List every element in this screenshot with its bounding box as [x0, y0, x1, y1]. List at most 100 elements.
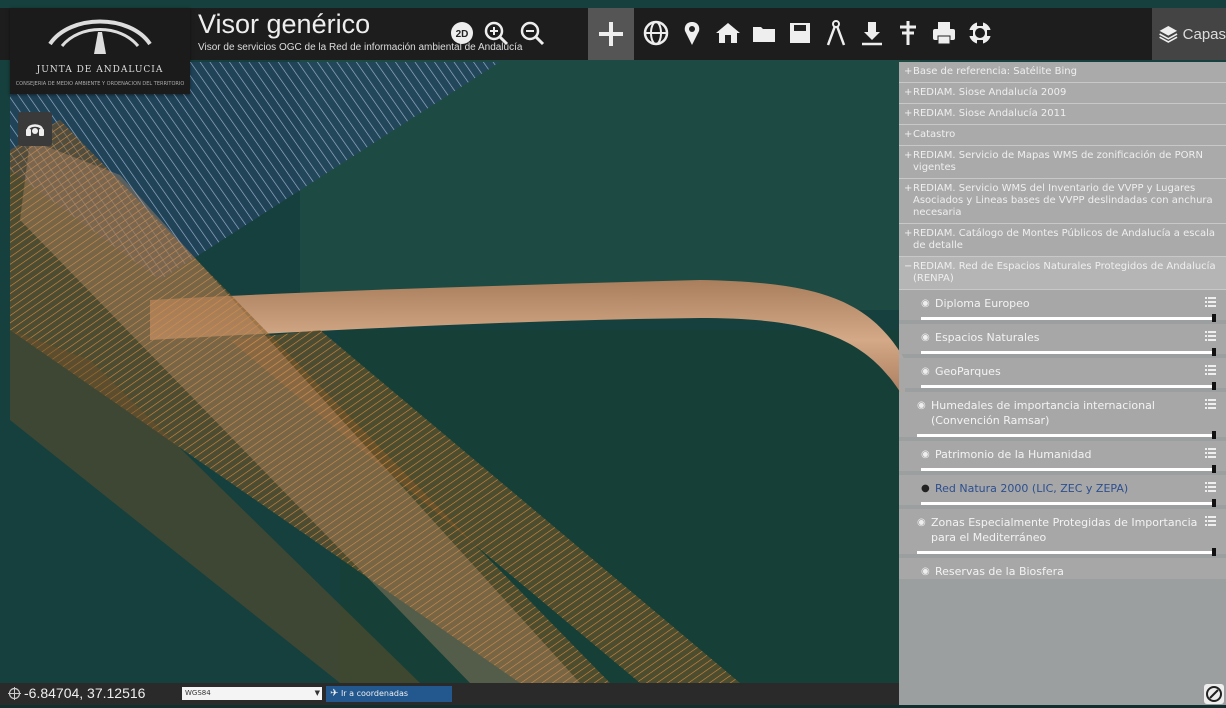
layer-item[interactable]: + Catastro: [899, 125, 1226, 146]
sublayer-label: Reservas de la Biosfera: [935, 565, 1064, 578]
legend-icon[interactable]: [1202, 515, 1216, 530]
opacity-slider[interactable]: [921, 499, 1216, 507]
legend-icon[interactable]: [1202, 296, 1216, 311]
layer-label: REDIAM. Siose Andalucía 2011: [913, 108, 1067, 119]
visibility-off-icon[interactable]: ◉: [921, 447, 935, 462]
layers-button[interactable]: Capas: [1152, 8, 1226, 60]
save-icon: [790, 23, 810, 43]
slider-handle[interactable]: [1212, 348, 1216, 356]
opacity-slider[interactable]: [921, 382, 1216, 390]
visibility-off-icon[interactable]: ◉: [921, 564, 935, 579]
pan-button[interactable]: [588, 8, 634, 60]
slider-handle[interactable]: [1212, 548, 1216, 556]
sublayer-item[interactable]: ◉ Zonas Especialmente Protegidas de Impor…: [899, 509, 1226, 556]
visibility-off-icon[interactable]: ◉: [921, 296, 935, 311]
visibility-off-icon[interactable]: ◉: [917, 515, 931, 530]
home-icon: [716, 23, 740, 43]
save-button[interactable]: [784, 12, 816, 54]
opacity-slider[interactable]: [921, 348, 1216, 356]
collapse-icon[interactable]: −: [904, 261, 912, 273]
pan-icon: [599, 22, 623, 46]
layer-item[interactable]: + REDIAM. Servicio WMS del Inventario de …: [899, 179, 1226, 224]
logo-subtitle: CONSEJERÍA DE MEDIO AMBIENTE Y ORDENACIÓ…: [15, 81, 185, 87]
expand-icon[interactable]: +: [904, 150, 912, 162]
download-icon: [862, 22, 882, 46]
layers-panel: + Base de referencia: Satélite Bing + REDI…: [899, 62, 1226, 705]
crs-select-value: WGS84: [185, 689, 211, 697]
visibility-on-icon[interactable]: ●: [921, 481, 935, 496]
slider-handle[interactable]: [1212, 499, 1216, 507]
sublayer-item[interactable]: ◉ Patrimonio de la Humanidad: [899, 441, 1226, 473]
coordinates-readout: -6.84704, 37.12516: [24, 685, 146, 701]
map-marker-button[interactable]: [676, 12, 708, 54]
slider-handle[interactable]: [1212, 465, 1216, 473]
sublayer-item[interactable]: ◉ Reservas de la Biosfera: [899, 558, 1226, 579]
opacity-slider[interactable]: [917, 548, 1216, 556]
layers-button-label: Capas: [1182, 25, 1226, 43]
layer-item[interactable]: + REDIAM. Catálogo de Montes Públicos de …: [899, 224, 1226, 257]
help-button[interactable]: [964, 12, 996, 54]
globe-button[interactable]: [640, 12, 672, 54]
visibility-off-icon[interactable]: ◉: [921, 330, 935, 345]
slider-handle[interactable]: [1212, 382, 1216, 390]
sublayer-item-selected[interactable]: ● Red Natura 2000 (LIC, ZEC y ZEPA): [899, 475, 1226, 507]
layer-label: REDIAM. Catálogo de Montes Públicos de A…: [913, 228, 1216, 251]
zoom-out-button[interactable]: [516, 12, 548, 54]
layer-item[interactable]: + REDIAM. Siose Andalucía 2009: [899, 83, 1226, 104]
crs-select[interactable]: WGS84 ▼: [182, 687, 322, 700]
measure-button[interactable]: [820, 12, 852, 54]
expand-icon[interactable]: +: [904, 66, 912, 78]
layer-item[interactable]: + REDIAM. Siose Andalucía 2011: [899, 104, 1226, 125]
layers-icon: [1159, 26, 1178, 43]
zoom-in-button[interactable]: [480, 12, 512, 54]
legend-icon[interactable]: [1202, 447, 1216, 462]
sublayer-item[interactable]: ◉ Diploma Europeo: [899, 290, 1226, 322]
pole-button[interactable]: [892, 12, 924, 54]
goto-coordinates-button[interactable]: ✈ Ir a coordenadas: [326, 686, 452, 702]
legend-icon[interactable]: [1202, 398, 1216, 413]
sublayer-item[interactable]: ◉ GeoParques: [899, 358, 1226, 390]
visibility-off-icon[interactable]: ◉: [917, 398, 931, 413]
layer-label: Base de referencia: Satélite Bing: [913, 66, 1077, 77]
pole-icon: [900, 21, 916, 45]
visibility-off-icon[interactable]: ◉: [921, 364, 935, 379]
status-bar: -6.84704, 37.12516 WGS84 ▼ ✈ Ir a coorde…: [0, 683, 899, 705]
globe-icon: [643, 20, 669, 46]
print-button[interactable]: [928, 12, 960, 54]
print-icon: [933, 22, 955, 45]
expand-icon[interactable]: +: [904, 87, 912, 99]
expand-icon[interactable]: +: [904, 129, 912, 141]
opacity-slider[interactable]: [921, 465, 1216, 473]
expand-icon[interactable]: +: [904, 108, 912, 120]
folder-icon: [753, 27, 775, 42]
page-title: Visor genérico: [198, 9, 371, 39]
layer-item-renpa[interactable]: − REDIAM. Red de Espacios Naturales Prote…: [899, 257, 1226, 290]
slider-handle[interactable]: [1212, 431, 1216, 439]
sublayer-label: GeoParques: [935, 365, 1001, 378]
legend-icon[interactable]: [1202, 330, 1216, 345]
layer-item[interactable]: + Base de referencia: Satélite Bing: [899, 62, 1226, 83]
slider-handle[interactable]: [1212, 314, 1216, 322]
view-2d-3d-button[interactable]: 2D: [446, 12, 478, 54]
expand-icon[interactable]: +: [904, 228, 912, 240]
home-button[interactable]: [712, 12, 744, 54]
opacity-slider[interactable]: [917, 431, 1216, 439]
legend-icon[interactable]: [1202, 364, 1216, 379]
opacity-slider[interactable]: [921, 314, 1216, 322]
view-2d-3d-label: 2D: [456, 29, 469, 40]
panel-toggle-button[interactable]: [1204, 684, 1224, 704]
sublayer-label: Red Natura 2000 (LIC, ZEC y ZEPA): [935, 482, 1129, 495]
sublayer-label: Espacios Naturales: [935, 331, 1040, 344]
layer-label: REDIAM. Servicio de Mapas WMS de zonific…: [913, 150, 1203, 173]
folder-button[interactable]: [748, 12, 780, 54]
view-2d-3d-icon: 2D: [451, 22, 473, 44]
expand-icon[interactable]: +: [904, 183, 912, 195]
logo: JUNTA DE ANDALUCIA CONSEJERÍA DE MEDIO A…: [10, 8, 190, 94]
layer-item[interactable]: + REDIAM. Servicio de Mapas WMS de zonifi…: [899, 146, 1226, 179]
legend-icon[interactable]: [1202, 481, 1216, 496]
zoom-out-icon: [520, 21, 545, 46]
sublayer-item[interactable]: ◉ Espacios Naturales: [899, 324, 1226, 356]
assistant-button[interactable]: [18, 112, 52, 146]
sublayer-item[interactable]: ◉ Humedales de importancia internacional …: [899, 392, 1226, 439]
download-button[interactable]: [856, 12, 888, 54]
